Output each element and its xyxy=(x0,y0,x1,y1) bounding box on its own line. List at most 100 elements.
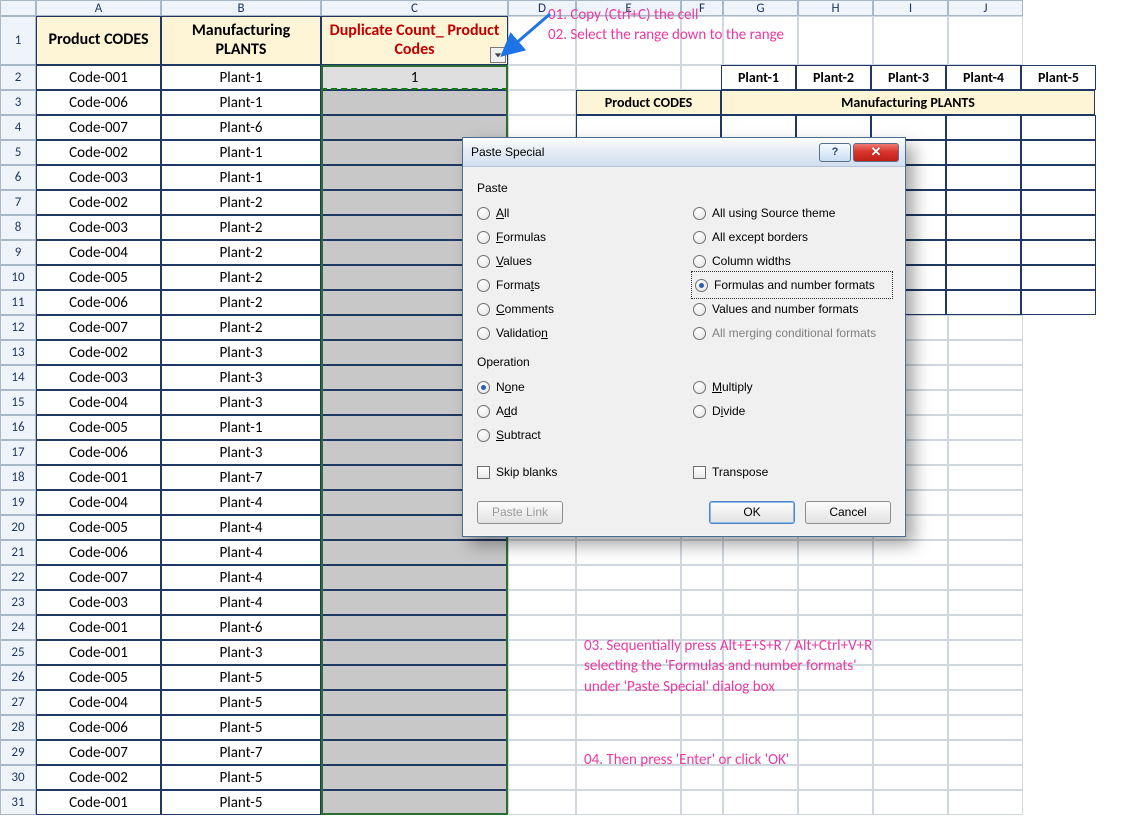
side-cell[interactable] xyxy=(1021,240,1096,265)
col-header-G[interactable]: G xyxy=(723,0,798,16)
cell-J14[interactable] xyxy=(948,365,1023,390)
cell-A3[interactable]: Code-006 xyxy=(36,90,161,115)
cell-C25[interactable] xyxy=(321,640,508,665)
header-cell-A[interactable]: Product CODES xyxy=(36,16,161,65)
cell-G30[interactable] xyxy=(723,765,798,790)
cell-C23[interactable] xyxy=(321,590,508,615)
cancel-button[interactable]: Cancel xyxy=(805,501,891,524)
op-radio-0[interactable]: None xyxy=(477,375,693,399)
cell-A25[interactable]: Code-001 xyxy=(36,640,161,665)
side-cell[interactable] xyxy=(1021,140,1096,165)
row-header-19[interactable]: 19 xyxy=(0,490,36,515)
cell-C28[interactable] xyxy=(321,715,508,740)
cell-D28[interactable] xyxy=(508,715,576,740)
row-header-11[interactable]: 11 xyxy=(0,290,36,315)
cell-F1[interactable] xyxy=(681,16,723,65)
cell-D30[interactable] xyxy=(508,765,576,790)
paste-radio-0[interactable]: All xyxy=(477,201,693,225)
cell-A22[interactable]: Code-007 xyxy=(36,565,161,590)
cell-B9[interactable]: Plant-2 xyxy=(161,240,321,265)
row-header-28[interactable]: 28 xyxy=(0,715,36,740)
select-all-corner[interactable] xyxy=(0,0,36,16)
cell-J23[interactable] xyxy=(948,590,1023,615)
row-header-17[interactable]: 17 xyxy=(0,440,36,465)
transpose-checkbox[interactable]: Transpose xyxy=(693,461,768,483)
cell-J18[interactable] xyxy=(948,465,1023,490)
cell-J25[interactable] xyxy=(948,640,1023,665)
cell-A23[interactable]: Code-003 xyxy=(36,590,161,615)
cell-F25[interactable] xyxy=(681,640,723,665)
cell-B11[interactable]: Plant-2 xyxy=(161,290,321,315)
cell-E21[interactable] xyxy=(576,540,681,565)
row-header-15[interactable]: 15 xyxy=(0,390,36,415)
cell-B2[interactable]: Plant-1 xyxy=(161,65,321,90)
row-header-9[interactable]: 9 xyxy=(0,240,36,265)
side-cell[interactable] xyxy=(1021,215,1096,240)
cell-A10[interactable]: Code-005 xyxy=(36,265,161,290)
cell-E26[interactable] xyxy=(576,665,681,690)
cell-F23[interactable] xyxy=(681,590,723,615)
close-button[interactable]: ✕ xyxy=(853,143,899,162)
col-header-B[interactable]: B xyxy=(161,0,321,16)
row-header-6[interactable]: 6 xyxy=(0,165,36,190)
paste-radio-4[interactable]: Comments xyxy=(477,297,693,321)
cell-A19[interactable]: Code-004 xyxy=(36,490,161,515)
row-header-2[interactable]: 2 xyxy=(0,65,36,90)
cell-B28[interactable]: Plant-5 xyxy=(161,715,321,740)
cell-B31[interactable]: Plant-5 xyxy=(161,790,321,815)
cell-B29[interactable]: Plant-7 xyxy=(161,740,321,765)
col-header-I[interactable]: I xyxy=(873,0,948,16)
cell-I26[interactable] xyxy=(873,665,948,690)
col-header-C[interactable]: C xyxy=(321,0,508,16)
cell-A18[interactable]: Code-001 xyxy=(36,465,161,490)
cell-I25[interactable] xyxy=(873,640,948,665)
cell-D22[interactable] xyxy=(508,565,576,590)
cell-E29[interactable] xyxy=(576,740,681,765)
cell-C31[interactable] xyxy=(321,790,508,815)
cell-F22[interactable] xyxy=(681,565,723,590)
row-header-4[interactable]: 4 xyxy=(0,115,36,140)
cell-H1[interactable] xyxy=(798,16,873,65)
paste-radio-4[interactable]: Values and number formats xyxy=(693,297,891,321)
cell-E31[interactable] xyxy=(576,790,681,815)
row-header-21[interactable]: 21 xyxy=(0,540,36,565)
cell-D2[interactable] xyxy=(508,65,576,90)
paste-radio-1[interactable]: All except borders xyxy=(693,225,891,249)
ok-button[interactable]: OK xyxy=(709,501,795,524)
side-cell[interactable] xyxy=(1021,190,1096,215)
cell-J17[interactable] xyxy=(948,440,1023,465)
cell-F21[interactable] xyxy=(681,540,723,565)
cell-B3[interactable]: Plant-1 xyxy=(161,90,321,115)
cell-J29[interactable] xyxy=(948,740,1023,765)
cell-D24[interactable] xyxy=(508,615,576,640)
side-col-2[interactable]: Plant-2 xyxy=(796,65,871,90)
help-button[interactable]: ? xyxy=(819,143,851,162)
row-header-10[interactable]: 10 xyxy=(0,265,36,290)
cell-B30[interactable]: Plant-5 xyxy=(161,765,321,790)
side-cell[interactable] xyxy=(946,165,1021,190)
cell-G26[interactable] xyxy=(723,665,798,690)
cell-C3[interactable] xyxy=(321,90,508,115)
cell-H22[interactable] xyxy=(798,565,873,590)
row-header-29[interactable]: 29 xyxy=(0,740,36,765)
filter-dropdown-icon[interactable] xyxy=(490,47,506,63)
cell-B22[interactable]: Plant-4 xyxy=(161,565,321,590)
cell-G24[interactable] xyxy=(723,615,798,640)
side-cell[interactable] xyxy=(946,215,1021,240)
cell-A5[interactable]: Code-002 xyxy=(36,140,161,165)
cell-D1[interactable] xyxy=(508,16,576,65)
cell-F26[interactable] xyxy=(681,665,723,690)
cell-J1[interactable] xyxy=(948,16,1023,65)
cell-B7[interactable]: Plant-2 xyxy=(161,190,321,215)
cell-H28[interactable] xyxy=(798,715,873,740)
cell-C29[interactable] xyxy=(321,740,508,765)
row-header-7[interactable]: 7 xyxy=(0,190,36,215)
cell-C24[interactable] xyxy=(321,615,508,640)
cell-I30[interactable] xyxy=(873,765,948,790)
row-header-25[interactable]: 25 xyxy=(0,640,36,665)
cell-F31[interactable] xyxy=(681,790,723,815)
cell-A21[interactable]: Code-006 xyxy=(36,540,161,565)
side-cell[interactable] xyxy=(946,115,1021,140)
col-header-E[interactable]: E xyxy=(576,0,681,16)
cell-J30[interactable] xyxy=(948,765,1023,790)
